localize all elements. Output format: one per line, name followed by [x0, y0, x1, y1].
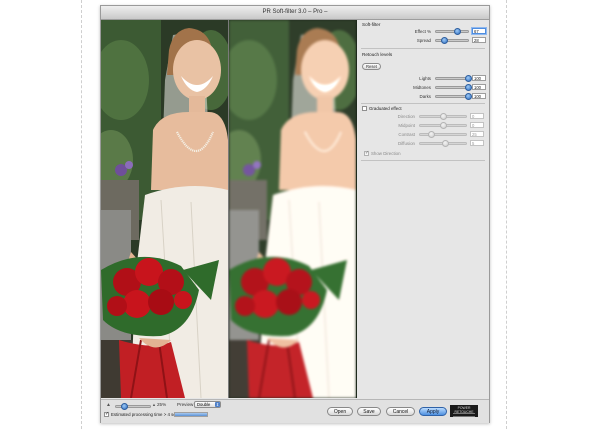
- preview-original[interactable]: [101, 20, 228, 398]
- graduated-effect-label: Graduated effect: [369, 106, 402, 111]
- contrast-field[interactable]: 25: [470, 131, 484, 137]
- preview-mode-label: Preview: [177, 402, 194, 407]
- midpoint-label: Midpoint: [398, 123, 415, 128]
- apply-button[interactable]: Apply: [419, 407, 447, 416]
- contrast-slider[interactable]: [419, 131, 467, 138]
- cancel-button[interactable]: Cancel: [386, 407, 415, 416]
- lights-label: Lights: [419, 76, 431, 81]
- preview-divider: [228, 20, 229, 398]
- processing-progress-fill: [175, 413, 207, 416]
- darks-label: Darks: [419, 94, 431, 99]
- diffusion-slider-knob[interactable]: [441, 140, 449, 147]
- window-title: PR Soft-filter 3.0 – Pro –: [101, 6, 489, 20]
- spread-slider-knob[interactable]: [441, 37, 449, 44]
- midtones-field[interactable]: 100: [472, 84, 486, 90]
- bride-photo-filtered: [229, 20, 356, 398]
- save-button[interactable]: Save: [357, 407, 381, 416]
- show-direction-label: Show Direction: [371, 151, 401, 156]
- darks-field[interactable]: 100: [472, 93, 486, 99]
- estimated-time-label: Estimated processing time > 4 sec.: [111, 412, 180, 417]
- midtones-slider[interactable]: [435, 84, 472, 91]
- power-retouche-logo: POWER RETOUCHE: [450, 405, 478, 417]
- midpoint-slider[interactable]: [419, 122, 467, 129]
- effect-label: Effect %: [414, 29, 431, 34]
- app-window: PR Soft-filter 3.0 – Pro – Soft-filter E…: [100, 5, 490, 423]
- spread-slider[interactable]: [435, 37, 469, 44]
- open-button[interactable]: Open: [327, 407, 353, 416]
- spread-field[interactable]: 28: [472, 37, 486, 43]
- lights-field[interactable]: 100: [472, 75, 486, 81]
- midtones-slider-knob[interactable]: [464, 84, 472, 91]
- darks-slider-knob[interactable]: [464, 93, 472, 100]
- processing-progress-bar: [174, 412, 208, 417]
- lights-slider-knob[interactable]: [464, 75, 472, 82]
- preview-area[interactable]: [101, 20, 357, 398]
- preview-mode-select[interactable]: Double ⇕: [194, 401, 221, 408]
- direction-slider[interactable]: [419, 113, 467, 120]
- direction-field[interactable]: 0: [470, 113, 484, 119]
- page-guide-left: [81, 0, 82, 429]
- preview-mode-value: Double: [197, 402, 211, 407]
- lights-slider[interactable]: [435, 75, 472, 82]
- retouch-title: Retouch levels: [362, 52, 393, 57]
- logo-rule: [453, 413, 475, 417]
- zoom-out-icon[interactable]: ▲: [106, 402, 111, 408]
- direction-label: Direction: [397, 114, 415, 119]
- diffusion-label: Diffusion: [397, 141, 415, 146]
- zoom-slider[interactable]: [115, 403, 151, 410]
- preview-filtered[interactable]: [229, 20, 356, 398]
- midpoint-slider-knob[interactable]: [439, 122, 447, 129]
- zoom-percent: 25%: [157, 402, 167, 407]
- effect-slider[interactable]: [435, 28, 469, 35]
- estimated-time-checkbox[interactable]: [104, 411, 109, 417]
- chevron-updown-icon: ⇕: [215, 402, 220, 407]
- bottom-toolbar: ▲ ▲ 25% Preview Double ⇕ Estimated proce…: [101, 399, 489, 423]
- zoom-slider-knob[interactable]: [121, 403, 128, 410]
- effect-slider-knob[interactable]: [453, 28, 461, 35]
- direction-slider-knob[interactable]: [439, 113, 447, 120]
- bride-photo-original: [101, 20, 228, 398]
- section-divider: [361, 160, 485, 161]
- show-direction-checkbox[interactable]: [364, 150, 369, 156]
- darks-slider[interactable]: [435, 93, 472, 100]
- section-divider: [361, 103, 485, 104]
- zoom-in-icon[interactable]: ▲: [152, 402, 156, 407]
- diffusion-field[interactable]: 5: [470, 140, 484, 146]
- soft-filter-title: Soft-filter: [362, 22, 381, 27]
- contrast-slider-knob[interactable]: [428, 131, 435, 138]
- settings-panel: Soft-filter Effect % 67 Spread 28 Retouc…: [359, 20, 488, 398]
- midtones-label: Midtones: [413, 85, 431, 90]
- reset-button[interactable]: Reset: [362, 63, 381, 70]
- page-guide-right: [506, 0, 507, 429]
- midpoint-field[interactable]: 0: [470, 122, 484, 128]
- graduated-effect-checkbox[interactable]: [362, 106, 367, 111]
- effect-field[interactable]: 67: [472, 28, 486, 34]
- spread-label: Spread: [416, 38, 431, 43]
- section-divider: [361, 48, 485, 49]
- diffusion-slider[interactable]: [419, 140, 467, 147]
- contrast-label: Contrast: [398, 132, 415, 137]
